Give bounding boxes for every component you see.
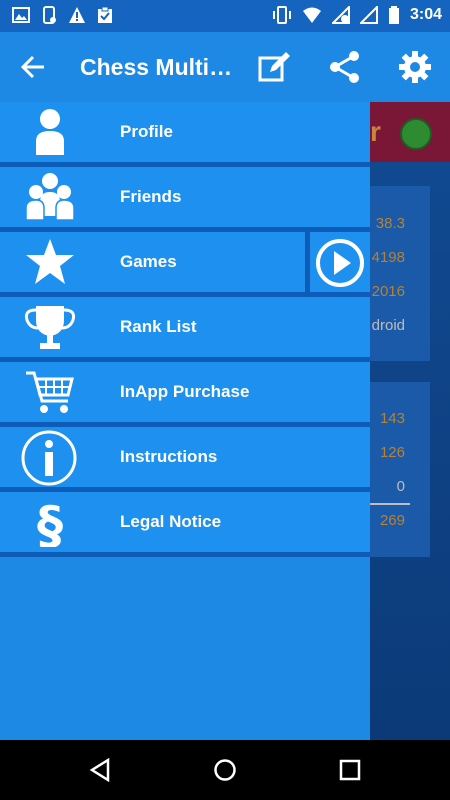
background-value: 0 [396,478,405,495]
share-icon[interactable] [328,50,362,84]
cart-icon [26,371,74,413]
drawer-item-inapp-purchase[interactable]: InApp Purchase [0,362,370,427]
phone-icon [43,6,56,24]
drawer-item-label: Rank List [120,317,197,336]
people-icon [25,173,75,221]
back-nav-icon[interactable] [88,758,112,782]
home-nav-icon[interactable] [213,758,237,782]
online-status-dot [400,118,432,150]
background-value: 2016 [371,283,405,300]
status-time: 3:04 [409,6,442,23]
drawer-item-label: Legal Notice [120,512,222,531]
warning-icon [69,7,85,23]
svg-text:§: § [37,497,63,547]
signal-icon [359,6,378,24]
background-header-letter: r [370,116,381,147]
drawer-item-label: Instructions [120,447,218,466]
navigation-drawer: Profile Friends Games Rank List InApp Pu… [0,102,370,740]
background-divider [370,503,410,505]
background-value: droid [371,317,405,334]
drawer-item-friends[interactable]: Friends [0,167,370,232]
drawer-item-instructions[interactable]: Instructions [0,427,370,492]
recents-nav-icon[interactable] [339,759,361,781]
drawer-item-profile[interactable]: Profile [0,102,370,167]
background-value: 38.3 [375,215,405,232]
background-value: 126 [379,444,405,461]
games-divider [305,232,310,292]
star-icon [26,239,74,284]
info-icon [21,430,77,486]
background-header: r [370,102,450,162]
app-title: Chess Multi… [80,54,233,80]
background-value: 269 [379,512,405,529]
person-icon [36,109,64,155]
battery-icon [388,6,399,24]
drawer-item-label: Profile [120,122,173,141]
image-icon [12,7,30,23]
settings-icon[interactable] [398,50,432,84]
back-arrow-icon[interactable] [20,54,48,80]
background-value: 143 [379,410,405,427]
trophy-icon [24,306,76,349]
clipboard-icon [98,6,112,23]
drawer-item-label: Friends [120,187,182,206]
edit-icon[interactable] [258,52,292,82]
vibrate-icon [272,6,291,24]
drawer-item-games[interactable]: Games [0,232,370,297]
status-bar: 3:04 [0,0,450,32]
background-card-2 [370,382,430,557]
background-value: 4198 [371,249,405,266]
drawer-item-label: Games [120,252,177,271]
section-icon: § [37,497,63,547]
no-sim-icon [331,6,350,24]
background-card-1 [370,186,430,361]
wifi-icon [302,7,321,23]
drawer-item-label: InApp Purchase [120,382,250,401]
play-icon[interactable] [314,237,366,289]
system-nav-bar [0,740,450,800]
drawer-item-rank-list[interactable]: Rank List [0,297,370,362]
app-bar: Chess Multi… [0,32,450,102]
drawer-item-legal-notice[interactable]: § Legal Notice [0,492,370,557]
